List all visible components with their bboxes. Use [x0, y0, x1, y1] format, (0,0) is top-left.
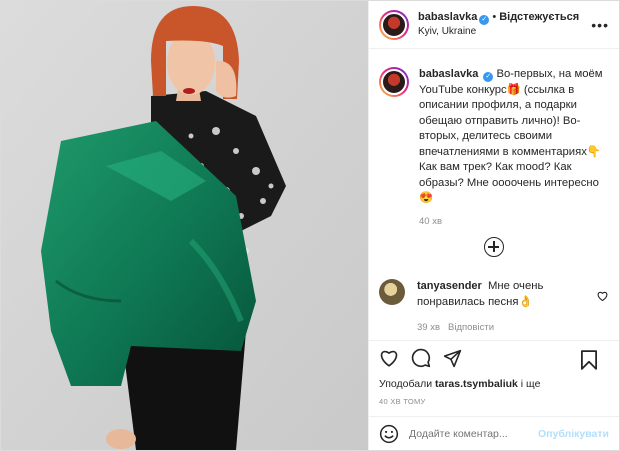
- likes-suffix[interactable]: і ще: [521, 378, 541, 390]
- post-sidebar: babaslavka ✓ • Відстежується Kyiv, Ukraine …: [368, 1, 619, 450]
- commenter-username[interactable]: tanyasender: [417, 280, 482, 292]
- author-username[interactable]: babaslavka: [418, 11, 477, 23]
- post-location[interactable]: Kyiv, Ukraine: [418, 25, 579, 39]
- comment-text-block: tanyasender Мне очень понравилась песня👌: [417, 279, 592, 310]
- commenter-avatar[interactable]: [379, 279, 405, 305]
- header-info: babaslavka ✓ • Відстежується Kyiv, Ukraine: [418, 10, 579, 39]
- author-avatar[interactable]: [379, 9, 409, 40]
- caption-text: Во-первых, на моём YouTube конкурс🎁 (ссы…: [419, 68, 603, 204]
- comments-area: babaslavka ✓ Во-первых, на моём YouTube к…: [369, 49, 619, 340]
- photo-illustration: [1, 1, 368, 450]
- post-photo[interactable]: [1, 1, 368, 450]
- action-bar: [369, 340, 619, 378]
- bookmark-icon[interactable]: [581, 350, 597, 373]
- separator-dot: •: [492, 11, 497, 23]
- comment-icon[interactable]: [411, 348, 431, 371]
- reply-button[interactable]: Відповісти: [448, 322, 494, 333]
- caption-text-block: babaslavka ✓ Во-первых, на моём YouTube к…: [419, 67, 609, 207]
- caption-age: 40 хв: [419, 215, 443, 227]
- caption-comment: babaslavka ✓ Во-первых, на моём YouTube к…: [379, 67, 609, 207]
- comment-meta: 39 хв Відповісти: [417, 322, 610, 333]
- comment-item: tanyasender Мне очень понравилась песня👌…: [379, 279, 610, 333]
- heart-icon[interactable]: [379, 349, 399, 370]
- comment-input[interactable]: [409, 427, 549, 440]
- verified-badge-icon: ✓: [479, 15, 490, 25]
- post-header: babaslavka ✓ • Відстежується Kyiv, Ukraine …: [369, 1, 619, 49]
- comment-age: 39 хв: [417, 322, 441, 333]
- emoji-icon[interactable]: [379, 424, 399, 444]
- load-more-comments-icon[interactable]: [484, 237, 504, 257]
- likes-username[interactable]: taras.tsymbaliuk: [435, 378, 518, 390]
- comment-like-heart-icon[interactable]: [597, 291, 608, 301]
- following-button[interactable]: Відстежується: [499, 11, 579, 23]
- likes-line: Уподобали taras.tsymbaliuk і ще: [369, 378, 619, 394]
- add-comment-bar: Опублікувати: [369, 416, 619, 450]
- likes-prefix: Уподобали: [379, 378, 433, 390]
- instagram-post: babaslavka ✓ • Відстежується Kyiv, Ukraine …: [0, 0, 620, 451]
- verified-badge-icon: ✓: [483, 72, 494, 82]
- post-timestamp[interactable]: 40 ХВ ТОМУ: [369, 394, 619, 416]
- share-icon[interactable]: [443, 349, 462, 371]
- more-options-icon[interactable]: •••: [591, 17, 609, 33]
- caption-author-avatar[interactable]: [379, 67, 409, 97]
- caption-username[interactable]: babaslavka: [419, 68, 478, 80]
- publish-button[interactable]: Опублікувати: [538, 428, 609, 440]
